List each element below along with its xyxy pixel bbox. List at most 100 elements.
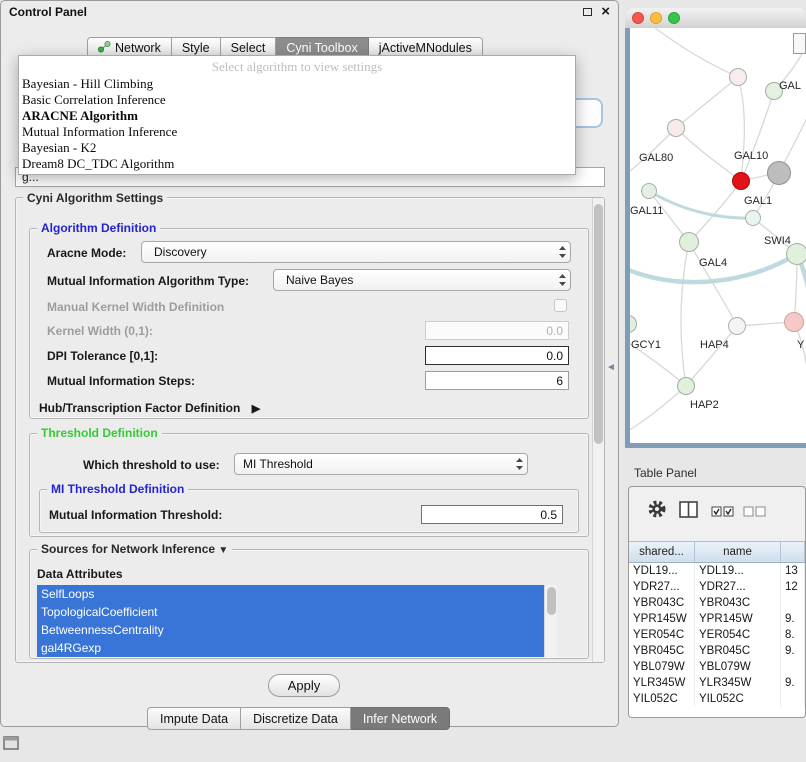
network-node[interactable] [679, 232, 699, 252]
network-node[interactable] [745, 210, 761, 226]
settings-scrollbar[interactable] [592, 198, 604, 662]
algorithm-option[interactable]: ARACNE Algorithm [19, 108, 575, 124]
select-all-unchecked-icon[interactable] [743, 505, 767, 523]
network-node[interactable] [677, 377, 695, 395]
node-label: GAL1 [744, 195, 772, 207]
list-item[interactable]: SelfLoops [37, 585, 544, 603]
close-traffic-light[interactable] [632, 12, 644, 24]
hub-section-header[interactable]: Hub/Transcription Factor Definition ▶ [39, 401, 260, 415]
list-item[interactable]: gal4RGexp [37, 639, 544, 657]
table-row[interactable]: YBR045CYBR045C9. [629, 643, 805, 659]
which-threshold-select[interactable]: MI Threshold [234, 453, 528, 475]
scrollbar-thumb[interactable] [547, 587, 556, 615]
table-row[interactable]: YIL052CYIL052C [629, 691, 805, 707]
network-graph-icon [98, 41, 111, 56]
table-cell: YPR145W [695, 611, 781, 627]
algorithm-option[interactable]: Dream8 DC_TDC Algorithm [19, 156, 575, 172]
mi-steps-field[interactable] [425, 371, 569, 390]
tab-discretize-data[interactable]: Discretize Data [241, 707, 351, 730]
zoom-traffic-light[interactable] [668, 12, 680, 24]
control-panel-titlebar: Control Panel × [1, 1, 618, 23]
close-icon[interactable]: × [601, 6, 610, 18]
bottom-tabs: Impute Data Discretize Data Infer Networ… [147, 707, 450, 730]
node-label: GCY1 [631, 339, 661, 351]
panel-divider-arrow-icon[interactable]: ◄ [606, 362, 616, 373]
table-cell: 13 [781, 563, 805, 579]
which-threshold-label: Which threshold to use: [83, 458, 220, 472]
mi-threshold-field[interactable] [421, 505, 563, 524]
popup-placeholder: Select algorithm to view settings [19, 56, 575, 76]
node-label: SWI4 [764, 235, 791, 247]
tab-label: Cyni Toolbox [286, 41, 357, 55]
list-scrollbar[interactable] [544, 585, 557, 657]
algorithm-option[interactable]: Bayesian - K2 [19, 140, 575, 156]
table-cell: YLR345W [695, 675, 781, 691]
node-label: HAP4 [700, 339, 729, 351]
table-cell: 9. [781, 643, 805, 659]
algorithm-option[interactable]: Bayesian - Hill Climbing [19, 76, 575, 92]
dpi-tolerance-label: DPI Tolerance [0,1]: [47, 349, 158, 363]
column-header[interactable] [781, 542, 805, 562]
expanded-arrow-icon[interactable]: ▼ [218, 545, 228, 556]
table-row[interactable]: YPR145WYPR145W9. [629, 611, 805, 627]
algorithm-option[interactable]: Mutual Information Inference [19, 124, 575, 140]
algorithm-popup-list: Bayesian - Hill ClimbingBasic Correlatio… [19, 76, 575, 172]
aracne-mode-select[interactable]: Discovery [141, 241, 571, 263]
table-cell [781, 691, 805, 707]
mi-steps-label: Mutual Information Steps: [47, 374, 195, 388]
group-title-mi-threshold: MI Threshold Definition [47, 482, 188, 496]
tab-label: jActiveMNodules [379, 41, 472, 55]
aracne-mode-label: Aracne Mode: [47, 246, 126, 260]
network-node[interactable] [784, 312, 804, 332]
network-canvas[interactable]: GALGAL80GAL10GAL11GAL1SWI4GAL4GCY1HAP4HA… [630, 28, 806, 443]
table-row[interactable]: YBL079WYBL079W [629, 659, 805, 675]
gear-icon[interactable] [647, 499, 667, 524]
list-item[interactable]: BetweennessCentrality [37, 621, 544, 639]
sources-section-header[interactable]: Sources for Network Inference ▼ [37, 542, 232, 556]
kernel-width-field[interactable] [425, 321, 569, 340]
algorithm-option[interactable]: Basic Correlation Inference [19, 92, 575, 108]
minimize-traffic-light[interactable] [650, 12, 662, 24]
table-row[interactable]: YDR27...YDR27...12 [629, 579, 805, 595]
manual-kernel-checkbox[interactable] [554, 299, 567, 312]
dpi-tolerance-field[interactable] [425, 346, 569, 365]
network-node[interactable] [728, 317, 746, 335]
column-header[interactable]: name [695, 542, 781, 562]
manual-kernel-label: Manual Kernel Width Definition [47, 300, 224, 314]
table-cell: YDR27... [629, 579, 695, 595]
table-cell: YER054C [695, 627, 781, 643]
collapsed-arrow-icon[interactable]: ▶ [252, 403, 260, 415]
table-row[interactable]: YDL19...YDL19...13 [629, 563, 805, 579]
tab-impute-data[interactable]: Impute Data [147, 707, 241, 730]
network-node[interactable] [667, 119, 685, 137]
window-title: Control Panel [9, 5, 87, 19]
data-attributes-label: Data Attributes [37, 567, 123, 581]
network-node[interactable] [767, 161, 791, 185]
group-title-threshold: Threshold Definition [37, 426, 162, 440]
node-label: GAL11 [630, 205, 663, 217]
collapsed-panel-icon[interactable] [3, 736, 19, 755]
apply-button[interactable]: Apply [268, 674, 340, 697]
node-label: GAL80 [639, 152, 673, 164]
column-selector-icon[interactable] [679, 501, 698, 523]
kernel-width-label: Kernel Width (0,1): [47, 324, 153, 338]
table-row[interactable]: YBR043CYBR043C [629, 595, 805, 611]
select-all-checked-icon[interactable] [711, 505, 735, 523]
table-cell: YIL052C [629, 691, 695, 707]
table-cell: YBL079W [695, 659, 781, 675]
table-header: shared... name [629, 541, 805, 563]
network-node[interactable] [732, 172, 750, 190]
float-window-icon[interactable] [583, 8, 592, 16]
mi-type-select[interactable]: Naive Bayes [273, 269, 571, 291]
table-row[interactable]: YER054CYER054C8. [629, 627, 805, 643]
tab-infer-network[interactable]: Infer Network [351, 707, 450, 730]
network-node[interactable] [729, 68, 747, 86]
table-cell [781, 659, 805, 675]
table-row[interactable]: YLR345WYLR345W9. [629, 675, 805, 691]
column-header[interactable]: shared... [629, 542, 695, 562]
list-item[interactable]: TopologicalCoefficient [37, 603, 544, 621]
scrollbar-thumb[interactable] [594, 204, 603, 444]
data-attributes-listbox: SelfLoopsTopologicalCoefficientBetweenne… [37, 585, 557, 657]
network-node[interactable] [641, 183, 657, 199]
canvas-scrollbar-fragment[interactable] [793, 33, 806, 54]
